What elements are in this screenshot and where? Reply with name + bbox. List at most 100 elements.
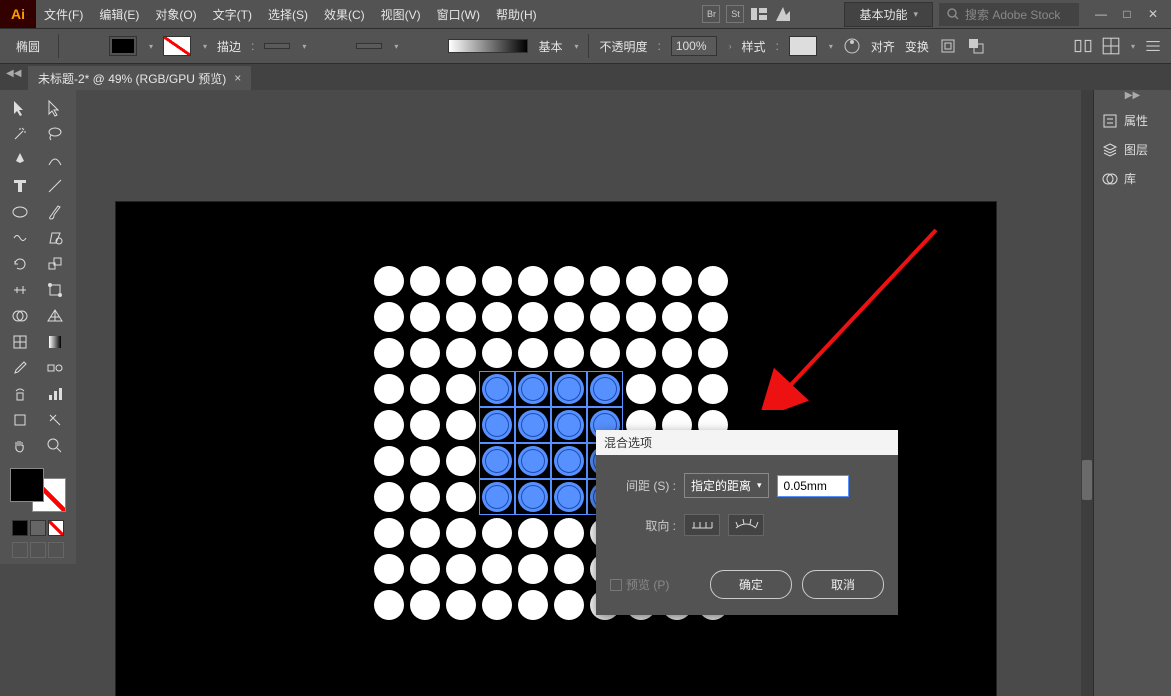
dot <box>698 374 728 404</box>
zoom-tool[interactable] <box>39 434 71 458</box>
gradient-tool[interactable] <box>39 330 71 354</box>
maximize-button[interactable]: □ <box>1115 5 1139 23</box>
vertical-scrollbar[interactable] <box>1081 90 1093 696</box>
shaper-tool[interactable] <box>4 226 36 250</box>
dialog-title[interactable]: 混合选项 <box>596 430 898 455</box>
menu-help[interactable]: 帮助(H) <box>488 6 545 23</box>
minimize-button[interactable]: — <box>1089 5 1113 23</box>
spacing-value-input[interactable] <box>777 475 849 497</box>
app-logo: Ai <box>0 0 36 28</box>
draw-behind[interactable] <box>30 542 46 558</box>
artboard-tool[interactable] <box>4 408 36 432</box>
vw-profile-input[interactable] <box>356 43 382 49</box>
workspace-dropdown[interactable]: 基本功能 ▾ <box>844 2 933 27</box>
menu-select[interactable]: 选择(S) <box>260 6 316 23</box>
width-tool[interactable] <box>4 278 36 302</box>
pen-tool[interactable] <box>4 148 36 172</box>
grid-icon[interactable] <box>1101 36 1121 56</box>
magic-wand-tool[interactable] <box>4 122 36 146</box>
preview-checkbox[interactable]: 预览 (P) <box>610 576 669 593</box>
pathfinder-icon[interactable] <box>967 37 985 55</box>
isolate-icon[interactable] <box>939 37 957 55</box>
transform-label[interactable]: 变换 <box>905 38 929 55</box>
search-stock[interactable]: 搜索 Adobe Stock <box>939 3 1079 26</box>
dot <box>410 554 440 584</box>
line-tool[interactable] <box>39 174 71 198</box>
chevron-down-icon[interactable]: › <box>729 42 732 51</box>
close-tab-icon[interactable]: × <box>234 71 241 85</box>
color-mode-gradient[interactable] <box>30 520 46 536</box>
curvature-tool[interactable] <box>39 148 71 172</box>
dot <box>698 338 728 368</box>
menu-type[interactable]: 文字(T) <box>205 6 260 23</box>
menu-view[interactable]: 视图(V) <box>373 6 429 23</box>
type-tool[interactable] <box>4 174 36 198</box>
lasso-tool[interactable] <box>39 122 71 146</box>
hand-tool[interactable] <box>4 434 36 458</box>
panel-libraries[interactable]: 库 <box>1094 164 1171 193</box>
color-mode-solid[interactable] <box>12 520 28 536</box>
recolor-icon[interactable] <box>843 37 861 55</box>
draw-inside[interactable] <box>48 542 64 558</box>
gpu-icon[interactable] <box>774 5 792 23</box>
stock-icon[interactable]: St <box>726 5 744 23</box>
brush-profile[interactable] <box>448 39 528 53</box>
shape-builder-tool[interactable] <box>4 304 36 328</box>
panel-layers[interactable]: 图层 <box>1094 135 1171 164</box>
bridge-icon[interactable]: Br <box>702 5 720 23</box>
ellipse-tool[interactable] <box>4 200 36 224</box>
mesh-tool[interactable] <box>4 330 36 354</box>
eraser-tool[interactable] <box>39 226 71 250</box>
align-label[interactable]: 对齐 <box>871 38 895 55</box>
rotate-tool[interactable] <box>4 252 36 276</box>
ok-button[interactable]: 确定 <box>710 570 792 599</box>
opacity-input[interactable]: 100% <box>671 36 717 56</box>
dot <box>518 590 548 620</box>
menu-object[interactable]: 对象(O) <box>147 6 204 23</box>
selection-tool[interactable] <box>4 96 36 120</box>
spacing-mode-dropdown[interactable]: 指定的距离 ▾ <box>684 473 769 498</box>
fill-color-swatch[interactable] <box>10 468 44 502</box>
panel-properties[interactable]: 属性 <box>1094 106 1171 135</box>
arrange-docs-icon[interactable] <box>750 5 768 23</box>
eyedropper-tool[interactable] <box>4 356 36 380</box>
brush-tool[interactable] <box>39 200 71 224</box>
slice-tool[interactable] <box>39 408 71 432</box>
dot <box>626 374 656 404</box>
fill-swatch[interactable] <box>109 36 137 56</box>
symbol-sprayer-tool[interactable] <box>4 382 36 406</box>
canvas-area[interactable] <box>76 90 1081 696</box>
perspective-tool[interactable] <box>39 304 71 328</box>
blend-tool[interactable] <box>39 356 71 380</box>
panel-layers-label: 图层 <box>1124 141 1148 158</box>
graph-tool[interactable] <box>39 382 71 406</box>
cancel-button[interactable]: 取消 <box>802 570 884 599</box>
style-swatch[interactable] <box>789 36 817 56</box>
scale-tool[interactable] <box>39 252 71 276</box>
stroke-weight-input[interactable] <box>264 43 290 49</box>
libraries-icon <box>1102 171 1118 187</box>
collapse-panels-icon[interactable]: ▶▶ <box>1094 90 1171 106</box>
dot <box>446 374 476 404</box>
prefs-icon[interactable] <box>1143 36 1163 56</box>
dot <box>518 446 548 476</box>
tools-panel <box>0 90 76 564</box>
direct-select-tool[interactable] <box>39 96 71 120</box>
close-button[interactable]: ✕ <box>1141 5 1165 23</box>
free-transform-tool[interactable] <box>39 278 71 302</box>
orient-page-button[interactable] <box>684 514 720 536</box>
menu-file[interactable]: 文件(F) <box>36 6 91 23</box>
menu-edit[interactable]: 编辑(E) <box>91 6 147 23</box>
fill-stroke-swatches[interactable] <box>8 466 68 514</box>
draw-normal[interactable] <box>12 542 28 558</box>
color-mode-row <box>4 520 72 536</box>
snap-icon[interactable] <box>1073 36 1093 56</box>
scrollbar-thumb[interactable] <box>1082 460 1092 500</box>
menu-effect[interactable]: 效果(C) <box>316 6 373 23</box>
stroke-swatch[interactable] <box>163 36 191 56</box>
collapse-panels-icon[interactable]: ◀◀ <box>6 68 21 79</box>
orient-path-button[interactable] <box>728 514 764 536</box>
document-tab[interactable]: 未标题-2* @ 49% (RGB/GPU 预览) × <box>28 66 251 90</box>
color-mode-none[interactable] <box>48 520 64 536</box>
menu-window[interactable]: 窗口(W) <box>429 6 488 23</box>
